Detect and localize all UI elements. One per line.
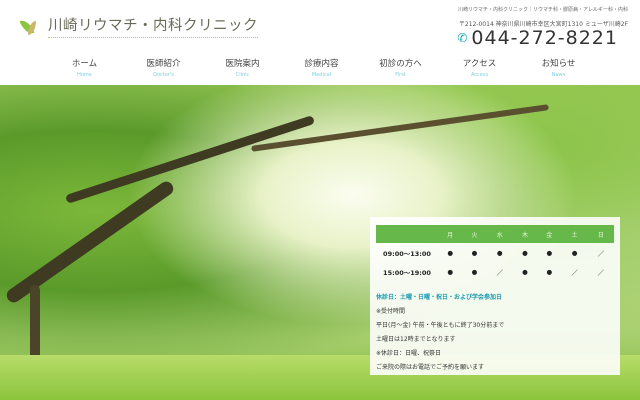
schedule-header-row: 月 火 水 木 金 土 日 (376, 225, 614, 243)
schedule-row: 09:00～13:00 ● ● ● ● ● ● ／ (376, 243, 614, 262)
day-header: 火 (471, 231, 478, 239)
note-line: ご来院の際はお電話でご予約を願います (376, 364, 485, 371)
availability-mark: ● (496, 248, 503, 257)
time-slot: 09:00～13:00 (383, 249, 431, 258)
nav-sublabel: Home (77, 72, 92, 78)
tagline: 川崎リウマチ・内科クリニック｜リウマチ科・膠原病・アレルギー科・内科 (457, 7, 628, 13)
nav-home[interactable]: ホーム Home (45, 57, 124, 78)
nav-doctor[interactable]: 医師紹介 Doctor's (124, 57, 203, 78)
nav-first[interactable]: 初診の方へ First (361, 57, 440, 78)
day-header: 水 (496, 231, 503, 239)
schedule-panel: 月 火 水 木 金 土 日 09:00～13:00 ● ● ● ● ● ● ／ … (370, 217, 620, 375)
availability-mark: ● (546, 248, 553, 257)
nav-sublabel: Clinic (235, 72, 250, 78)
schedule-notes: 休診日：土曜・日曜・祝日・および学会参加日 ※受付時間 平日(月～金) 午前・午… (376, 291, 504, 375)
availability-mark: ● (447, 248, 453, 257)
nav-access[interactable]: アクセス Access (440, 57, 519, 78)
note-line: 平日(月～金) 午前・午後ともに終了30分前まで (376, 322, 505, 329)
main-nav: ホーム Home 医師紹介 Doctor's 医院案内 Clinic 診療内容 Medi… (45, 57, 598, 78)
nav-label: お知らせ (541, 59, 576, 69)
note-line: ※受付時間 (376, 308, 406, 315)
time-slot: 15:00～19:00 (383, 268, 431, 277)
availability-mark: ／ (571, 268, 578, 277)
day-header: 金 (546, 231, 553, 239)
day-header: 月 (447, 231, 454, 239)
nav-sublabel: First (395, 72, 406, 78)
nav-sublabel: Medical (311, 72, 332, 78)
availability-mark: ● (571, 248, 578, 257)
nav-label: アクセス (462, 59, 497, 69)
nav-sublabel: Access (470, 72, 489, 78)
leaf-logo-icon (19, 15, 42, 37)
availability-mark: ● (447, 267, 453, 276)
holiday-note: 休診日：土曜・日曜・祝日・および学会参加日 (376, 294, 503, 301)
note-line: ※休診日：日曜、祝祭日 (376, 350, 442, 357)
nav-label: ホーム (71, 59, 98, 69)
availability-mark: ／ (597, 268, 605, 277)
nav-medical[interactable]: 診療内容 Medical (282, 57, 361, 78)
availability-mark: ● (522, 248, 528, 257)
phone-link[interactable]: ✆ 044-272-8221 (457, 27, 618, 49)
availability-mark: ／ (597, 249, 605, 258)
nav-label: 医院案内 (225, 59, 260, 69)
nav-sublabel: Doctor's (153, 72, 174, 78)
nav-label: 診療内容 (304, 59, 339, 69)
clinic-logo[interactable]: 川崎リウマチ・内科クリニック (19, 14, 258, 38)
nav-sublabel: News (551, 72, 566, 78)
day-header: 日 (597, 231, 604, 239)
availability-mark: ● (522, 267, 528, 276)
nav-news[interactable]: お知らせ News (519, 57, 598, 78)
tree-branch (64, 115, 316, 204)
logo-text: 川崎リウマチ・内科クリニック (48, 14, 258, 38)
tree-branch (4, 178, 176, 306)
time-header (376, 225, 438, 243)
nav-label: 医師紹介 (146, 59, 181, 69)
availability-mark: ● (471, 248, 478, 257)
day-header: 土 (571, 231, 578, 239)
note-line: 土曜日は12時までとなります (376, 336, 456, 343)
nav-label: 初診の方へ (379, 59, 422, 69)
site-header: 川崎リウマチ・内科クリニック 川崎リウマチ・内科クリニック｜リウマチ科・膠原病・… (0, 0, 640, 85)
schedule-row: 15:00～19:00 ● ● ／ ● ● ／ ／ (376, 262, 614, 281)
day-header: 木 (521, 231, 528, 239)
phone-number: 044-272-8221 (471, 27, 618, 49)
schedule-table: 月 火 水 木 金 土 日 09:00～13:00 ● ● ● ● ● ● ／ … (376, 225, 614, 281)
availability-mark: ● (471, 267, 478, 276)
availability-mark: ● (546, 267, 553, 276)
availability-mark: ／ (496, 268, 503, 277)
nav-clinic[interactable]: 医院案内 Clinic (203, 57, 282, 78)
phone-icon: ✆ (457, 31, 468, 45)
